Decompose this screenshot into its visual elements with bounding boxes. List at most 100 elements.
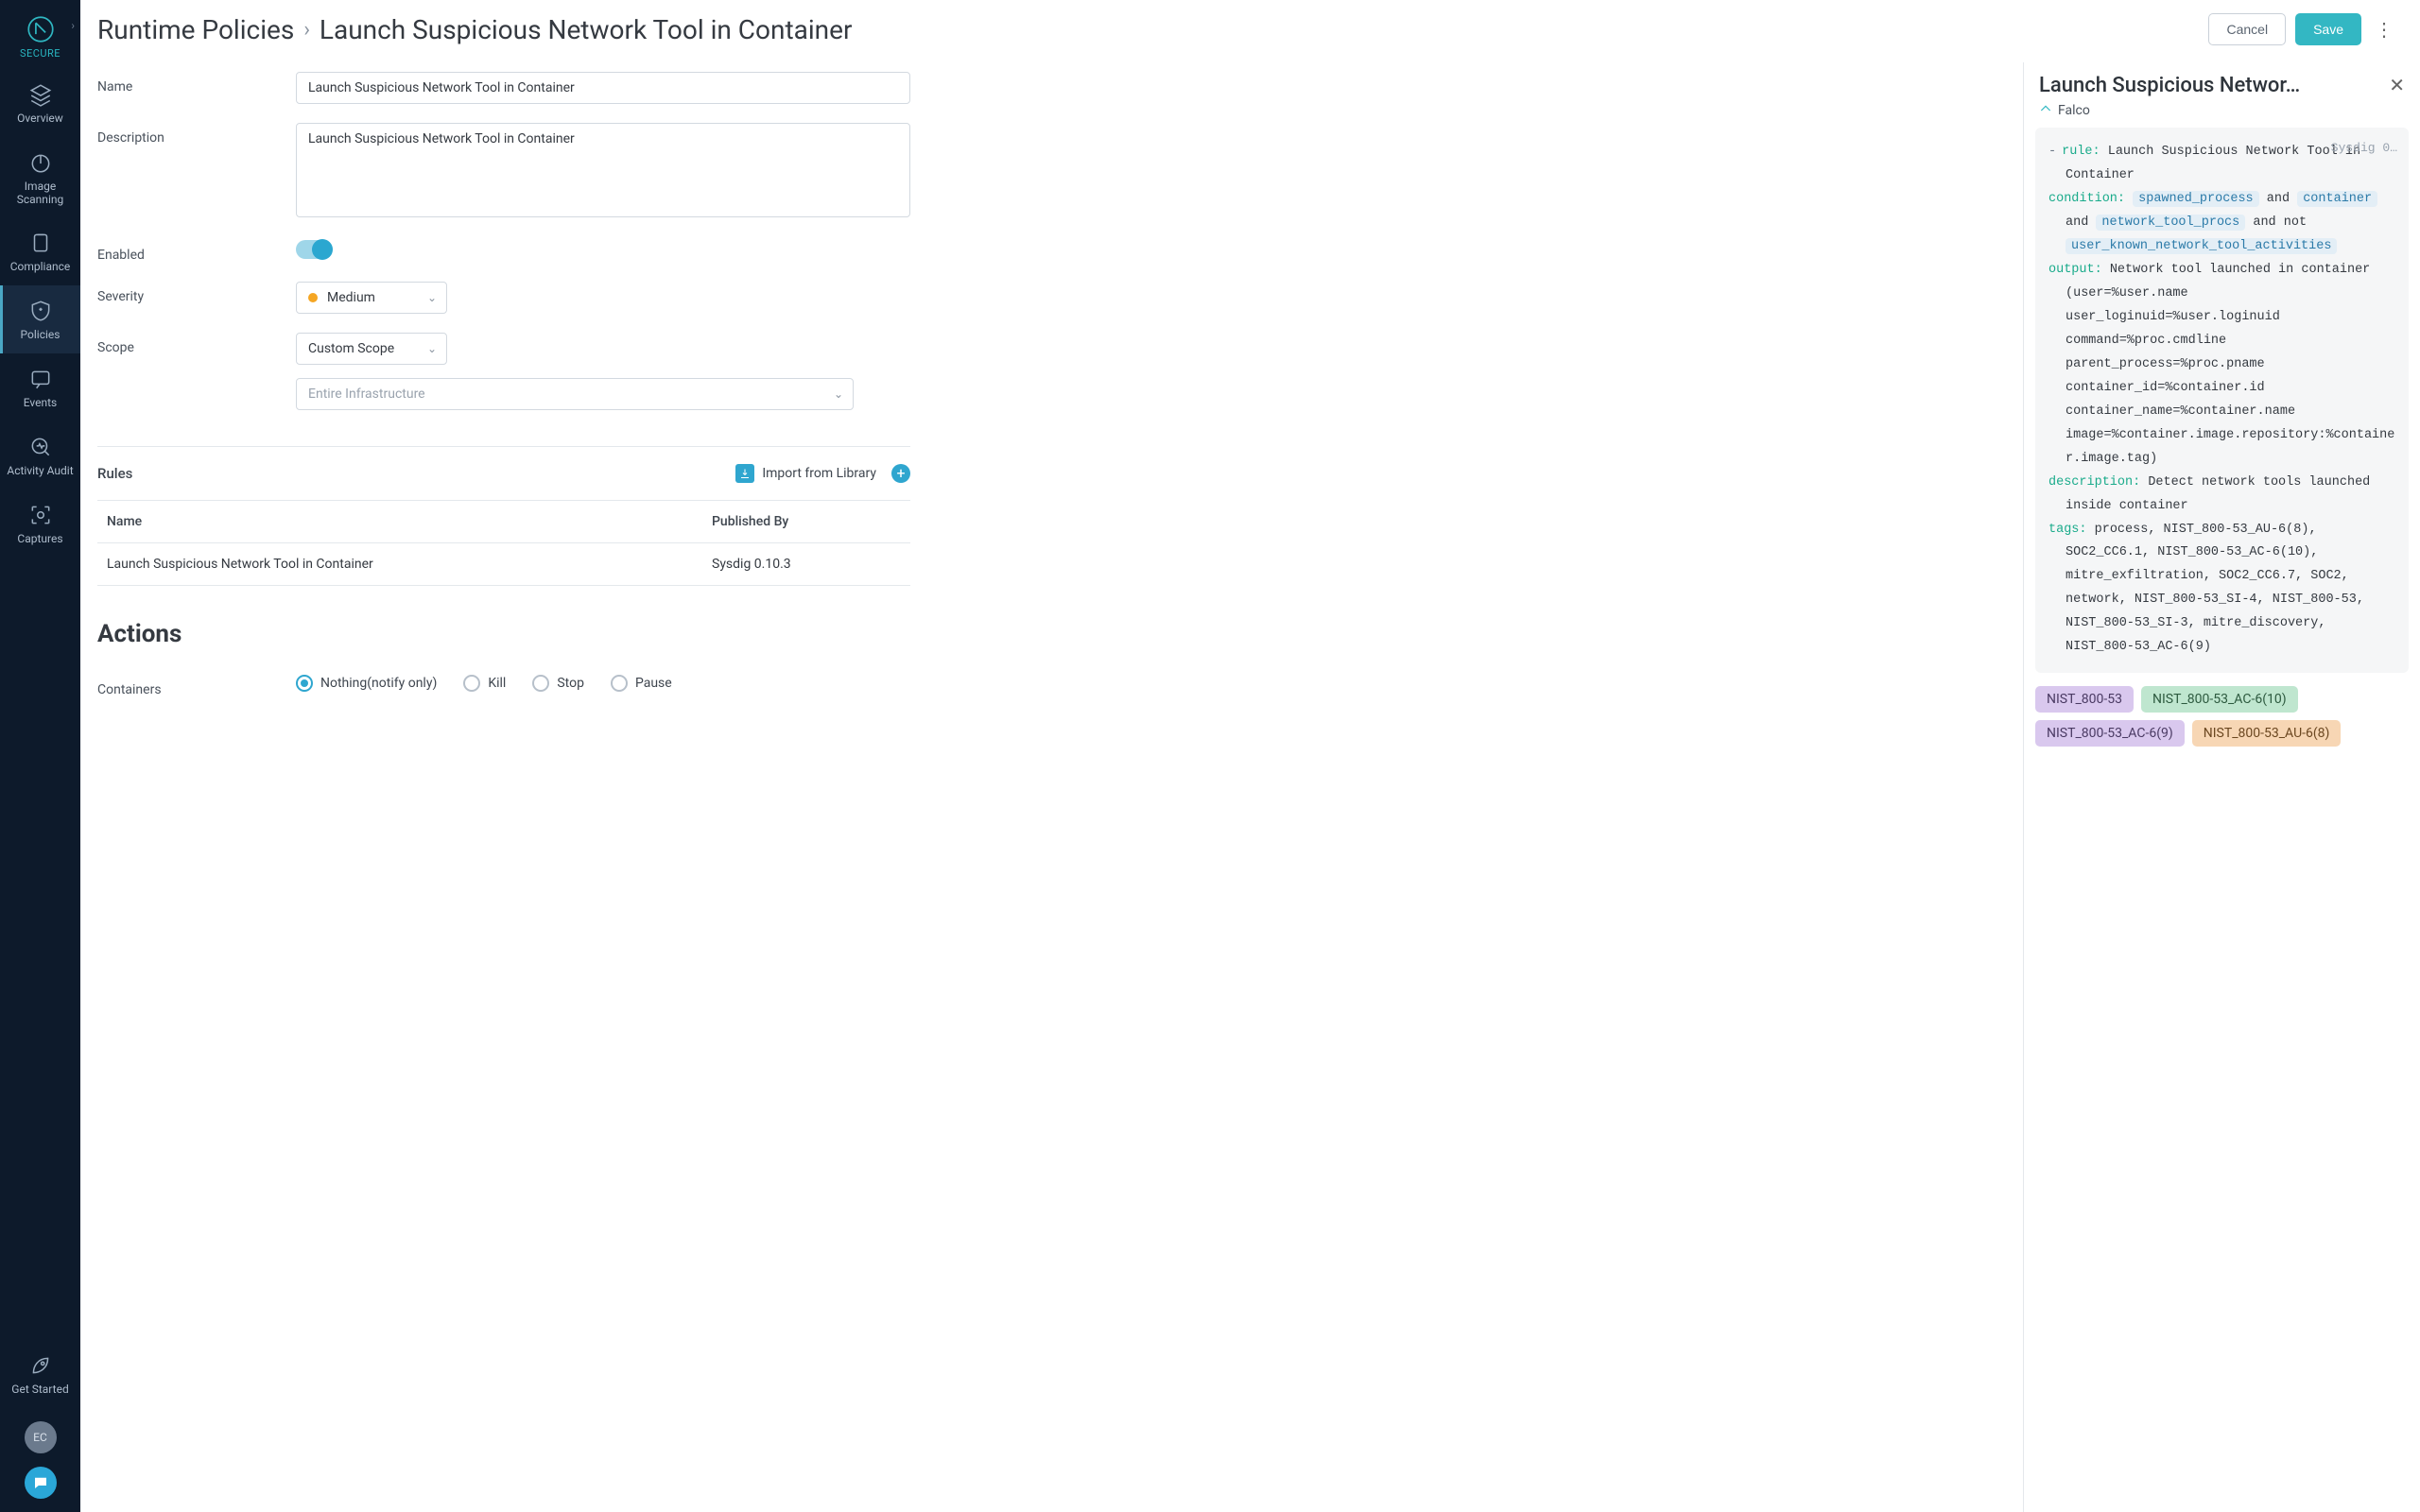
tag-chip[interactable]: NIST_800-53_AC-6(10) <box>2141 686 2298 713</box>
sidebar-item-get-started[interactable]: Get Started <box>0 1346 80 1408</box>
radio-dot-icon <box>463 675 480 692</box>
radio-nothing[interactable]: Nothing(notify only) <box>296 675 437 692</box>
save-button[interactable]: Save <box>2295 13 2361 45</box>
radio-label: Kill <box>488 676 506 691</box>
tag-chip[interactable]: NIST_800-53 <box>2035 686 2134 713</box>
sidebar-item-label: Policies <box>21 329 60 342</box>
container-action-radio-group: Nothing(notify only) Kill Stop Paus <box>296 675 910 692</box>
chevron-down-icon: ⌄ <box>427 342 437 355</box>
close-button[interactable]: ✕ <box>2381 74 2405 96</box>
actions-title: Actions <box>97 620 2023 648</box>
sidebar-item-label: Events <box>24 397 58 410</box>
page-title: Launch Suspicious Network Tool in Contai… <box>320 14 853 45</box>
add-rule-button[interactable]: + <box>891 464 910 483</box>
description-label: Description <box>97 123 296 146</box>
sidebar-item-overview[interactable]: Overview <box>0 69 80 137</box>
yaml-preview: Sysdig 0… -rule: Launch Suspicious Netwo… <box>2035 128 2409 673</box>
enabled-label: Enabled <box>97 240 296 263</box>
description-input[interactable]: Launch Suspicious Network Tool in Contai… <box>296 123 910 217</box>
clipboard-icon <box>28 231 53 255</box>
divider <box>97 446 910 447</box>
tag-list: NIST_800-53 NIST_800-53_AC-6(10) NIST_80… <box>2024 686 2420 765</box>
cancel-button[interactable]: Cancel <box>2208 13 2286 45</box>
radio-kill[interactable]: Kill <box>463 675 506 692</box>
radio-pause[interactable]: Pause <box>611 675 672 692</box>
sidebar-item-policies[interactable]: Policies <box>0 285 80 353</box>
chevron-right-icon: › <box>303 18 310 42</box>
sidebar-item-compliance[interactable]: Compliance <box>0 217 80 285</box>
yaml-tags: process, NIST_800-53_AU-6(8), SOC2_CC6.1… <box>2066 523 2364 655</box>
tag-chip[interactable]: NIST_800-53_AC-6(9) <box>2035 720 2185 747</box>
sidebar-item-activity-audit[interactable]: Activity Audit <box>0 421 80 490</box>
sidebar: › SECURE Overview Image Scanning Complia… <box>0 0 80 1512</box>
sidebar-item-events[interactable]: Events <box>0 353 80 421</box>
sidebar-item-label: Activity Audit <box>7 465 73 478</box>
radio-dot-icon <box>296 675 313 692</box>
avatar[interactable]: EC <box>25 1421 57 1453</box>
page-header: Runtime Policies › Launch Suspicious Net… <box>80 0 2420 62</box>
radio-label: Stop <box>557 676 584 691</box>
sidebar-item-captures[interactable]: Captures <box>0 490 80 558</box>
scope-infra-select[interactable]: Entire Infrastructure ⌄ <box>296 378 854 410</box>
detail-title: Launch Suspicious Networ… <box>2039 74 2381 97</box>
scope-infra-placeholder: Entire Infrastructure <box>308 387 425 402</box>
table-row[interactable]: Launch Suspicious Network Tool in Contai… <box>97 543 910 586</box>
rule-published-by: Sysdig 0.10.3 <box>712 557 901 572</box>
breadcrumb-parent[interactable]: Runtime Policies <box>97 14 294 45</box>
rules-section-head: Rules Import from Library + <box>97 464 910 483</box>
brand-label: SECURE <box>20 47 60 60</box>
import-label: Import from Library <box>762 466 876 481</box>
brand-logo[interactable]: › SECURE <box>0 0 80 69</box>
power-icon <box>28 150 53 175</box>
rules-table: Name Published By Launch Suspicious Netw… <box>97 500 910 586</box>
severity-value: Medium <box>327 290 375 305</box>
sidebar-item-label: Get Started <box>11 1383 68 1397</box>
chevron-down-icon: ⌄ <box>427 291 437 304</box>
rules-title: Rules <box>97 465 132 482</box>
radio-dot-icon <box>532 675 549 692</box>
import-from-library-button[interactable]: Import from Library + <box>735 464 910 483</box>
severity-label: Severity <box>97 282 296 304</box>
radio-label: Nothing(notify only) <box>320 676 437 691</box>
severity-select[interactable]: Medium ⌄ <box>296 282 447 314</box>
name-label: Name <box>97 72 296 94</box>
more-menu-button[interactable]: ⋮ <box>2371 18 2397 41</box>
chevron-down-icon: ⌄ <box>834 387 843 401</box>
help-chat-button[interactable] <box>25 1467 57 1499</box>
yaml-rule: Launch Suspicious Network Tool in Contai… <box>2066 145 2360 182</box>
falco-icon <box>2039 104 2052 117</box>
rocket-icon <box>28 1353 53 1378</box>
tag-chip[interactable]: NIST_800-53_AU-6(8) <box>2192 720 2342 747</box>
sidebar-item-label: Captures <box>17 533 62 546</box>
severity-dot-icon <box>308 293 318 302</box>
sidebar-item-label: Overview <box>17 112 63 126</box>
secure-logo-icon <box>25 13 57 45</box>
yaml-condition: condition: spawned_process and container… <box>2048 188 2395 259</box>
capture-icon <box>28 503 53 527</box>
detail-engine: Falco <box>2024 103 2420 128</box>
rule-detail-panel: Launch Suspicious Networ… ✕ Falco Sysdig… <box>2023 62 2420 1512</box>
sidebar-item-image-scanning[interactable]: Image Scanning <box>0 137 80 218</box>
containers-label: Containers <box>97 675 296 697</box>
yaml-output: Network tool launched in container (user… <box>2066 263 2394 466</box>
radio-stop[interactable]: Stop <box>532 675 584 692</box>
shield-icon <box>28 299 53 323</box>
breadcrumb: Runtime Policies › Launch Suspicious Net… <box>97 14 852 45</box>
import-icon <box>735 464 754 483</box>
enabled-toggle[interactable] <box>296 240 330 259</box>
sidebar-expand-icon[interactable]: › <box>71 19 75 32</box>
activity-icon <box>28 435 53 459</box>
scope-select[interactable]: Custom Scope ⌄ <box>296 333 447 365</box>
rules-col-name: Name <box>107 514 712 529</box>
layers-icon <box>28 82 53 107</box>
chat-bubble-icon <box>32 1474 49 1491</box>
rule-name: Launch Suspicious Network Tool in Contai… <box>107 557 712 572</box>
scope-value: Custom Scope <box>308 341 394 356</box>
radio-label: Pause <box>635 676 672 691</box>
name-input[interactable] <box>296 72 910 104</box>
sidebar-item-label: Image Scanning <box>4 180 77 207</box>
radio-dot-icon <box>611 675 628 692</box>
provider-tag: Sysdig 0… <box>2331 137 2397 160</box>
scope-label: Scope <box>97 333 296 355</box>
chat-icon <box>28 367 53 391</box>
